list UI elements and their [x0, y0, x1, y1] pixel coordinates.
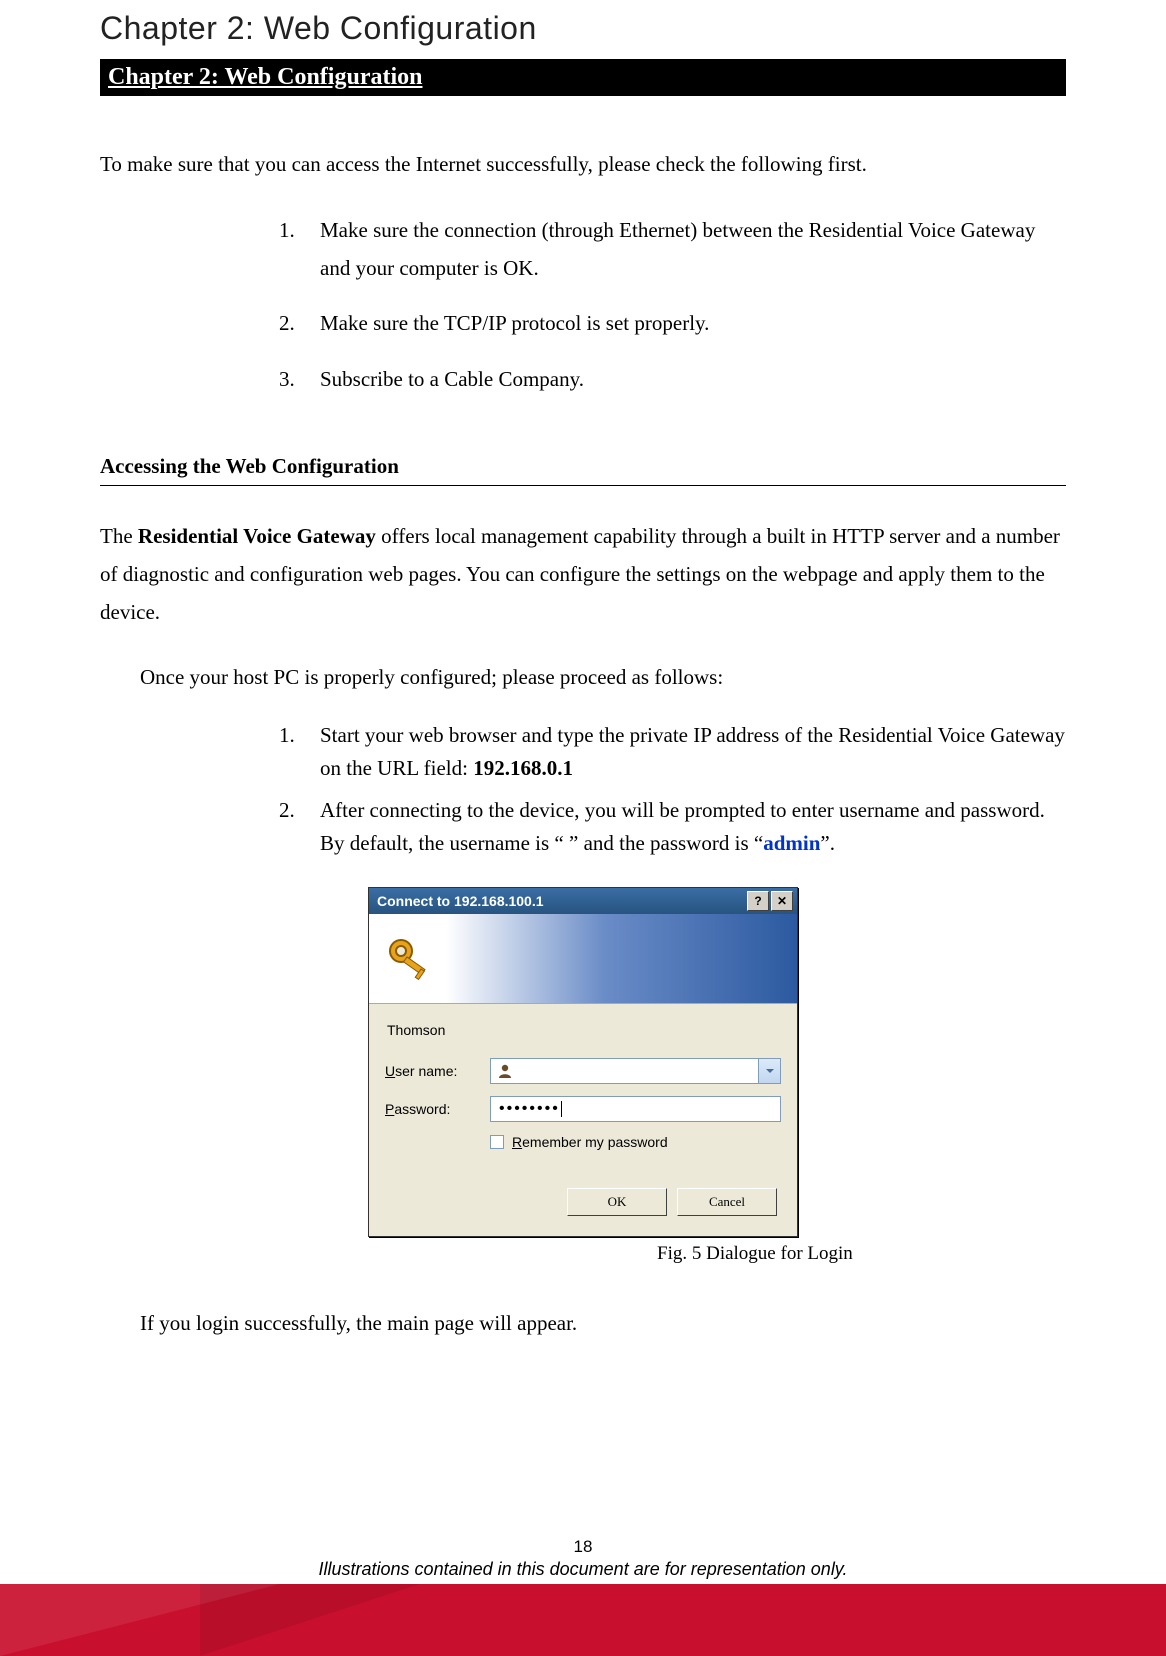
product-name: Residential Voice Gateway	[138, 524, 376, 548]
username-combo[interactable]	[490, 1058, 781, 1084]
dropdown-button[interactable]	[759, 1058, 781, 1084]
list-item: Subscribe to a Cable Company.	[300, 361, 1066, 399]
remember-label: Remember my password	[512, 1134, 668, 1150]
list-item: Make sure the TCP/IP protocol is set pro…	[300, 305, 1066, 343]
list-item: Start your web browser and type the priv…	[300, 719, 1066, 784]
chevron-down-icon	[765, 1066, 775, 1076]
brand-logo: RCA by THOMSON	[1059, 1608, 1146, 1650]
close-button[interactable]: ✕	[771, 891, 793, 911]
username-input[interactable]	[490, 1058, 759, 1084]
keys-icon	[383, 933, 435, 985]
user-icon	[497, 1063, 513, 1079]
text: ”.	[820, 831, 835, 855]
steps-list: Start your web browser and type the priv…	[100, 719, 1066, 859]
dialog-title: Connect to 192.168.100.1	[377, 893, 544, 909]
section-title: Accessing the Web Configuration	[100, 454, 1066, 479]
page-number: 18	[0, 1537, 1166, 1557]
chapter-bar: Chapter 2: Web Configuration	[100, 59, 1066, 96]
rca-logo-text: RCA	[1085, 1611, 1149, 1638]
remember-checkbox[interactable]	[490, 1135, 504, 1149]
footer-note: Illustrations contained in this document…	[0, 1559, 1166, 1580]
help-button[interactable]: ?	[747, 891, 769, 911]
text: Start your web browser and type the priv…	[320, 723, 1065, 780]
ok-button[interactable]: OK	[567, 1188, 667, 1216]
username-label: User name:	[385, 1063, 490, 1079]
figure-caption: Fig. 5 Dialogue for Login	[657, 1243, 1066, 1265]
login-dialog: Connect to 192.168.100.1 ? ✕ Thomson Use…	[368, 887, 798, 1237]
text: After connecting to the device, you will…	[320, 798, 1045, 855]
cancel-button[interactable]: Cancel	[677, 1188, 777, 1216]
realm-label: Thomson	[387, 1022, 781, 1038]
after-paragraph: If you login successfully, the main page…	[140, 1305, 1066, 1343]
password-label: Password:	[385, 1101, 490, 1117]
intro-paragraph: To make sure that you can access the Int…	[100, 146, 1066, 184]
password-input[interactable]: ••••••••	[490, 1096, 781, 1122]
indented-paragraph: Once your host PC is properly configured…	[140, 659, 1066, 697]
checklist: Make sure the connection (through Ethern…	[100, 212, 1066, 399]
list-item: After connecting to the device, you will…	[300, 794, 1066, 859]
page-footer: 18 Illustrations contained in this docum…	[0, 1537, 1166, 1656]
section-divider	[100, 485, 1066, 486]
dialog-banner	[369, 914, 797, 1004]
ip-address: 192.168.0.1	[473, 756, 573, 780]
default-password: admin	[763, 831, 820, 855]
section-paragraph: The Residential Voice Gateway offers loc…	[100, 518, 1066, 631]
chapter-title: Chapter 2: Web Configuration	[100, 10, 1066, 47]
list-item: Make sure the connection (through Ethern…	[300, 212, 1066, 288]
text: The	[100, 524, 138, 548]
footer-red-strip	[0, 1584, 1166, 1656]
dialog-titlebar[interactable]: Connect to 192.168.100.1 ? ✕	[369, 888, 797, 914]
